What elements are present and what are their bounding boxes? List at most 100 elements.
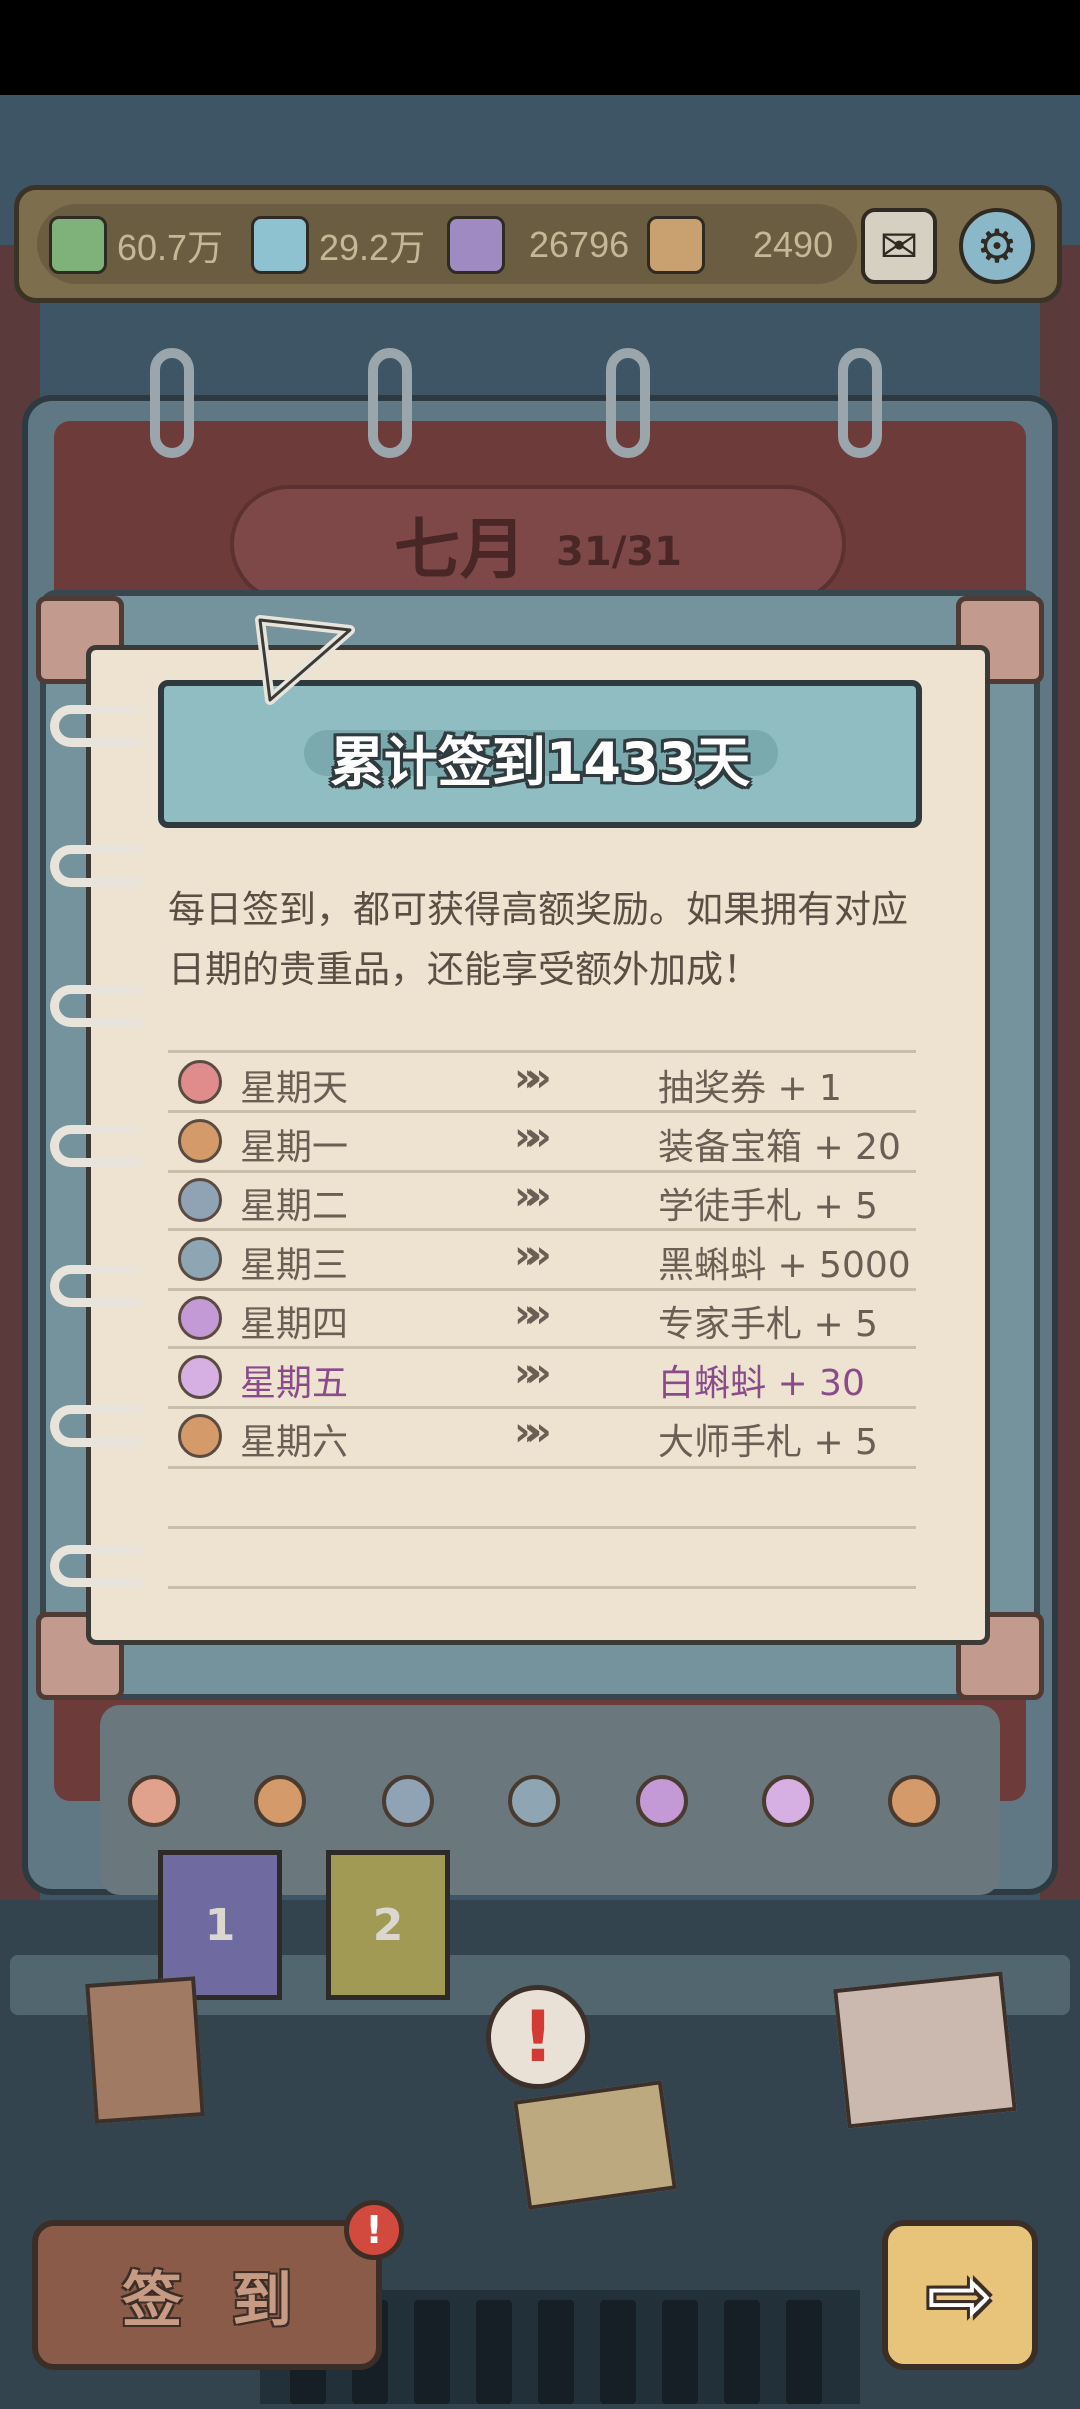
- calendar-grid-icon[interactable]: [833, 1971, 1017, 2129]
- notebook-spiral-icon: [50, 1545, 142, 1587]
- resource-blue-value: 29.2万: [319, 227, 426, 268]
- notebook-spiral-icon: [50, 985, 142, 1027]
- notebook-spiral-icon: [50, 1265, 142, 1307]
- settings-button[interactable]: ⚙: [959, 208, 1035, 284]
- arrow-right-icon: ⇨: [926, 2248, 994, 2342]
- reward-row-wednesday: 星期三 »» 黑蝌蚪 + 5000: [178, 1230, 918, 1288]
- resource-brown-value: 2490: [753, 224, 834, 265]
- green-ink-bottle-icon: [49, 216, 107, 274]
- mail-button[interactable]: ✉: [861, 208, 937, 284]
- weekday-label: 星期四: [240, 1304, 349, 1345]
- piano-key: [538, 2300, 574, 2404]
- piano-key: [662, 2300, 698, 2404]
- piano-key: [724, 2300, 760, 2404]
- black-tadpole-icon: [508, 1775, 560, 1827]
- calendar-ring-icon: [838, 348, 882, 458]
- signin-description: 每日签到，都可获得高额奖励。如果拥有对应日期的贵重品，还能享受额外加成！: [168, 888, 908, 991]
- brown-ink-bottle-icon: [647, 216, 705, 274]
- calendar-ring-icon: [150, 348, 194, 458]
- tab-2-label: 2: [372, 1899, 404, 1951]
- chest-icon: [254, 1775, 306, 1827]
- resource-blue-ink[interactable]: 29.2万: [251, 210, 425, 280]
- ruled-line: [168, 1586, 916, 1589]
- month-label: 七月: [394, 511, 527, 588]
- reward-row-thursday: 星期四 »» 专家手札 + 5: [178, 1289, 918, 1347]
- weekday-label: 星期二: [240, 1186, 349, 1227]
- notebook-spiral-icon: [50, 705, 142, 747]
- reward-label: 专家手札 + 5: [658, 1304, 878, 1345]
- resource-green-ink[interactable]: 60.7万: [49, 210, 223, 280]
- ticket-icon: [178, 1060, 222, 1104]
- double-chevron-icon: »»: [514, 1173, 552, 1219]
- piano-key: [600, 2300, 636, 2404]
- resource-bar: 60.7万 29.2万 26796 2490 ✉ ⚙: [14, 185, 1062, 303]
- calendar-ring-icon: [606, 348, 650, 458]
- reward-row-monday: 星期一 »» 装备宝箱 + 20: [178, 1112, 918, 1170]
- double-chevron-icon: »»: [514, 1350, 552, 1396]
- map-scroll-icon[interactable]: [513, 2080, 677, 2210]
- chest-icon: [178, 1119, 222, 1163]
- piano-key: [476, 2300, 512, 2404]
- weekday-label: 星期三: [240, 1245, 349, 1286]
- ruled-line: [168, 1466, 916, 1469]
- reward-label: 装备宝箱 + 20: [658, 1127, 901, 1168]
- reward-label: 学徒手札 + 5: [658, 1186, 878, 1227]
- notebook-spiral-icon: [50, 845, 142, 887]
- resource-purple-value: 26796: [529, 224, 630, 265]
- double-chevron-icon: »»: [514, 1409, 552, 1455]
- weekday-label: 星期一: [240, 1127, 349, 1168]
- weekday-label: 星期天: [240, 1068, 349, 1109]
- next-button[interactable]: ⇨: [882, 2220, 1038, 2370]
- resource-green-value: 60.7万: [117, 227, 224, 268]
- reward-label: 抽奖券 + 1: [658, 1068, 842, 1109]
- resource-brown-ink[interactable]: 2490: [647, 210, 833, 280]
- white-tadpole-icon: [178, 1355, 222, 1399]
- purple-ink-bottle-icon: [447, 216, 505, 274]
- piano-key: [786, 2300, 822, 2404]
- expert-scroll-icon: [636, 1775, 688, 1827]
- mail-icon: ✉: [879, 219, 919, 273]
- triangle-clip-icon: [255, 615, 355, 705]
- weekday-label: 星期六: [240, 1422, 349, 1463]
- lamp-figure-icon: [85, 1976, 205, 2124]
- reward-row-tuesday: 星期二 »» 学徒手札 + 5: [178, 1171, 918, 1229]
- cumulative-signin-title: 累计签到1433天: [329, 731, 751, 794]
- double-chevron-icon: »»: [514, 1055, 552, 1101]
- blue-ink-bottle-icon: [251, 216, 309, 274]
- weekday-label: 星期五: [240, 1363, 349, 1404]
- ruled-line: [168, 1526, 916, 1529]
- notebook-spiral-icon: [50, 1125, 142, 1167]
- signin-label: 签到: [122, 2265, 342, 2336]
- reward-row-friday: 星期五 »» 白蝌蚪 + 30: [178, 1348, 918, 1406]
- calendar-ring-icon: [368, 348, 412, 458]
- master-scroll-icon: [178, 1414, 222, 1458]
- alert-bubble[interactable]: !: [486, 1985, 590, 2089]
- double-chevron-icon: »»: [514, 1291, 552, 1337]
- scroll-icon: [382, 1775, 434, 1827]
- badge-exclamation-icon: !: [365, 2208, 383, 2252]
- black-tadpole-icon: [178, 1237, 222, 1281]
- signin-button[interactable]: 签到: [32, 2220, 382, 2370]
- reward-row-sunday: 星期天 »» 抽奖券 + 1: [178, 1053, 918, 1111]
- master-scroll-icon: [888, 1775, 940, 1827]
- reward-label: 黑蝌蚪 + 5000: [658, 1245, 911, 1286]
- ticket-icon: [128, 1775, 180, 1827]
- month-plate: 七月 31/31: [230, 485, 846, 603]
- scroll-icon: [178, 1178, 222, 1222]
- signin-alert-badge: !: [344, 2200, 404, 2260]
- reward-label: 白蝌蚪 + 30: [658, 1363, 865, 1404]
- notebook-spiral-icon: [50, 1405, 142, 1447]
- month-days-count: 31/31: [556, 529, 682, 575]
- tab-2-card[interactable]: 2: [326, 1850, 450, 2000]
- reward-label: 大师手札 + 5: [658, 1422, 878, 1463]
- tab-1-label: 1: [204, 1899, 236, 1951]
- reward-row-saturday: 星期六 »» 大师手札 + 5: [178, 1407, 918, 1465]
- double-chevron-icon: »»: [514, 1114, 552, 1160]
- expert-scroll-icon: [178, 1296, 222, 1340]
- exclamation-icon: !: [522, 1996, 554, 2078]
- white-tadpole-icon: [762, 1775, 814, 1827]
- gear-icon: ⚙: [976, 219, 1018, 273]
- resource-purple-ink[interactable]: 26796: [447, 210, 629, 280]
- piano-key: [414, 2300, 450, 2404]
- double-chevron-icon: »»: [514, 1232, 552, 1278]
